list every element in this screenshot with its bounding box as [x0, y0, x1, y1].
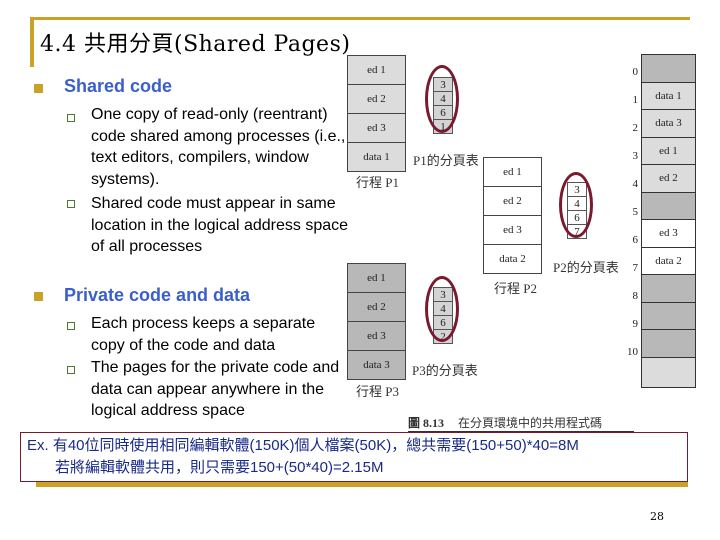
frame-number: 4 — [632, 178, 639, 190]
bullet-text: Shared code must appear in same location… — [91, 195, 349, 255]
frame-cell: ed 3 — [642, 219, 695, 247]
frame-number: 6 — [632, 234, 639, 246]
page-table-p3-label: P3的分頁表 — [412, 363, 478, 378]
figure-number: 圖 8.13 — [408, 416, 445, 430]
page-cell: ed 3 — [348, 322, 405, 351]
physical-memory: data 1 data 3 ed 1 ed 2 ed 3 data 2 — [641, 54, 696, 388]
frame-cell: data 3 — [642, 109, 695, 137]
sub-bullet-icon — [67, 322, 75, 330]
frame-cell — [642, 191, 695, 219]
frame-cell: ed 1 — [642, 136, 695, 164]
example-line-2: 若將編輯軟體共用，則只需要150+(50*40)=2.15M — [55, 459, 384, 476]
frame-cell — [642, 54, 695, 82]
bullet-text: One copy of read-only (reentrant) code s… — [91, 106, 346, 188]
page-cell: data 1 — [348, 143, 405, 171]
frame-number: 9 — [632, 318, 639, 330]
process-p2-label: 行程 P2 — [494, 281, 537, 296]
title-rule-left — [30, 17, 34, 67]
example-box: Ex. 有40位同時使用相同編輯軟體(150K)個人檔案(50K)，總共需要(1… — [20, 432, 688, 482]
frame-number: 3 — [632, 150, 639, 162]
figure-caption: 圖 8.13 在分頁環境中的共用程式碼 — [408, 414, 634, 432]
process-p1-pages: ed 1 ed 2 ed 3 data 1 — [347, 55, 406, 172]
frame-number: 5 — [632, 206, 639, 218]
slide-title: 4.4 共用分頁(Shared Pages) — [40, 32, 351, 57]
bullet-text: The pages for the private code and data … — [91, 359, 340, 419]
page-cell: data 2 — [484, 245, 541, 273]
frame-number: 7 — [632, 262, 639, 274]
section-heading-private-code: Private code and data — [64, 285, 251, 305]
example-line-1: Ex. 有40位同時使用相同編輯軟體(150K)個人檔案(50K)，總共需要(1… — [27, 437, 579, 454]
bullet-icon — [34, 84, 43, 93]
frame-number: 0 — [632, 66, 639, 78]
sub-bullet-icon — [67, 366, 75, 374]
section-heading-shared-code: Shared code — [64, 76, 173, 96]
frame-number: 1 — [632, 94, 639, 106]
bullet-icon — [34, 292, 43, 301]
frame-cell — [642, 356, 695, 387]
page-table-p1-label: P1的分頁表 — [413, 153, 479, 168]
frame-number: 10 — [627, 346, 638, 358]
page-cell: ed 2 — [348, 85, 405, 114]
frame-cell: data 2 — [642, 246, 695, 274]
process-p1-label: 行程 P1 — [356, 175, 399, 190]
page-cell: ed 2 — [484, 187, 541, 216]
page-cell: ed 1 — [348, 56, 405, 85]
shared-entries-oval — [559, 172, 593, 238]
frame-cell — [642, 301, 695, 329]
page-cell: ed 3 — [348, 114, 405, 143]
page-cell: ed 2 — [348, 293, 405, 322]
figure-caption-text: 在分頁環境中的共用程式碼 — [458, 416, 603, 430]
page-cell: ed 1 — [348, 264, 405, 293]
frame-number: 2 — [632, 122, 639, 134]
frame-cell: data 1 — [642, 81, 695, 109]
shared-entries-oval — [425, 276, 459, 342]
frame-number: 8 — [632, 290, 639, 302]
page-cell: ed 1 — [484, 158, 541, 187]
frame-cell — [642, 329, 695, 357]
frame-cell: ed 2 — [642, 164, 695, 192]
process-p3-label: 行程 P3 — [356, 384, 399, 399]
sub-bullet-icon — [67, 114, 75, 122]
process-p2-pages: ed 1 ed 2 ed 3 data 2 — [483, 157, 542, 274]
page-table-p2-label: P2的分頁表 — [553, 260, 619, 275]
page-number: 28 — [650, 510, 664, 523]
sub-bullet-icon — [67, 200, 75, 208]
bullet-text: Each process keeps a separate copy of th… — [91, 315, 316, 354]
page-cell: data 3 — [348, 351, 405, 379]
page-cell: ed 3 — [484, 216, 541, 245]
shared-entries-oval — [425, 65, 459, 133]
frame-cell — [642, 274, 695, 302]
title-rule — [30, 17, 690, 20]
process-p3-pages: ed 1 ed 2 ed 3 data 3 — [347, 263, 406, 380]
